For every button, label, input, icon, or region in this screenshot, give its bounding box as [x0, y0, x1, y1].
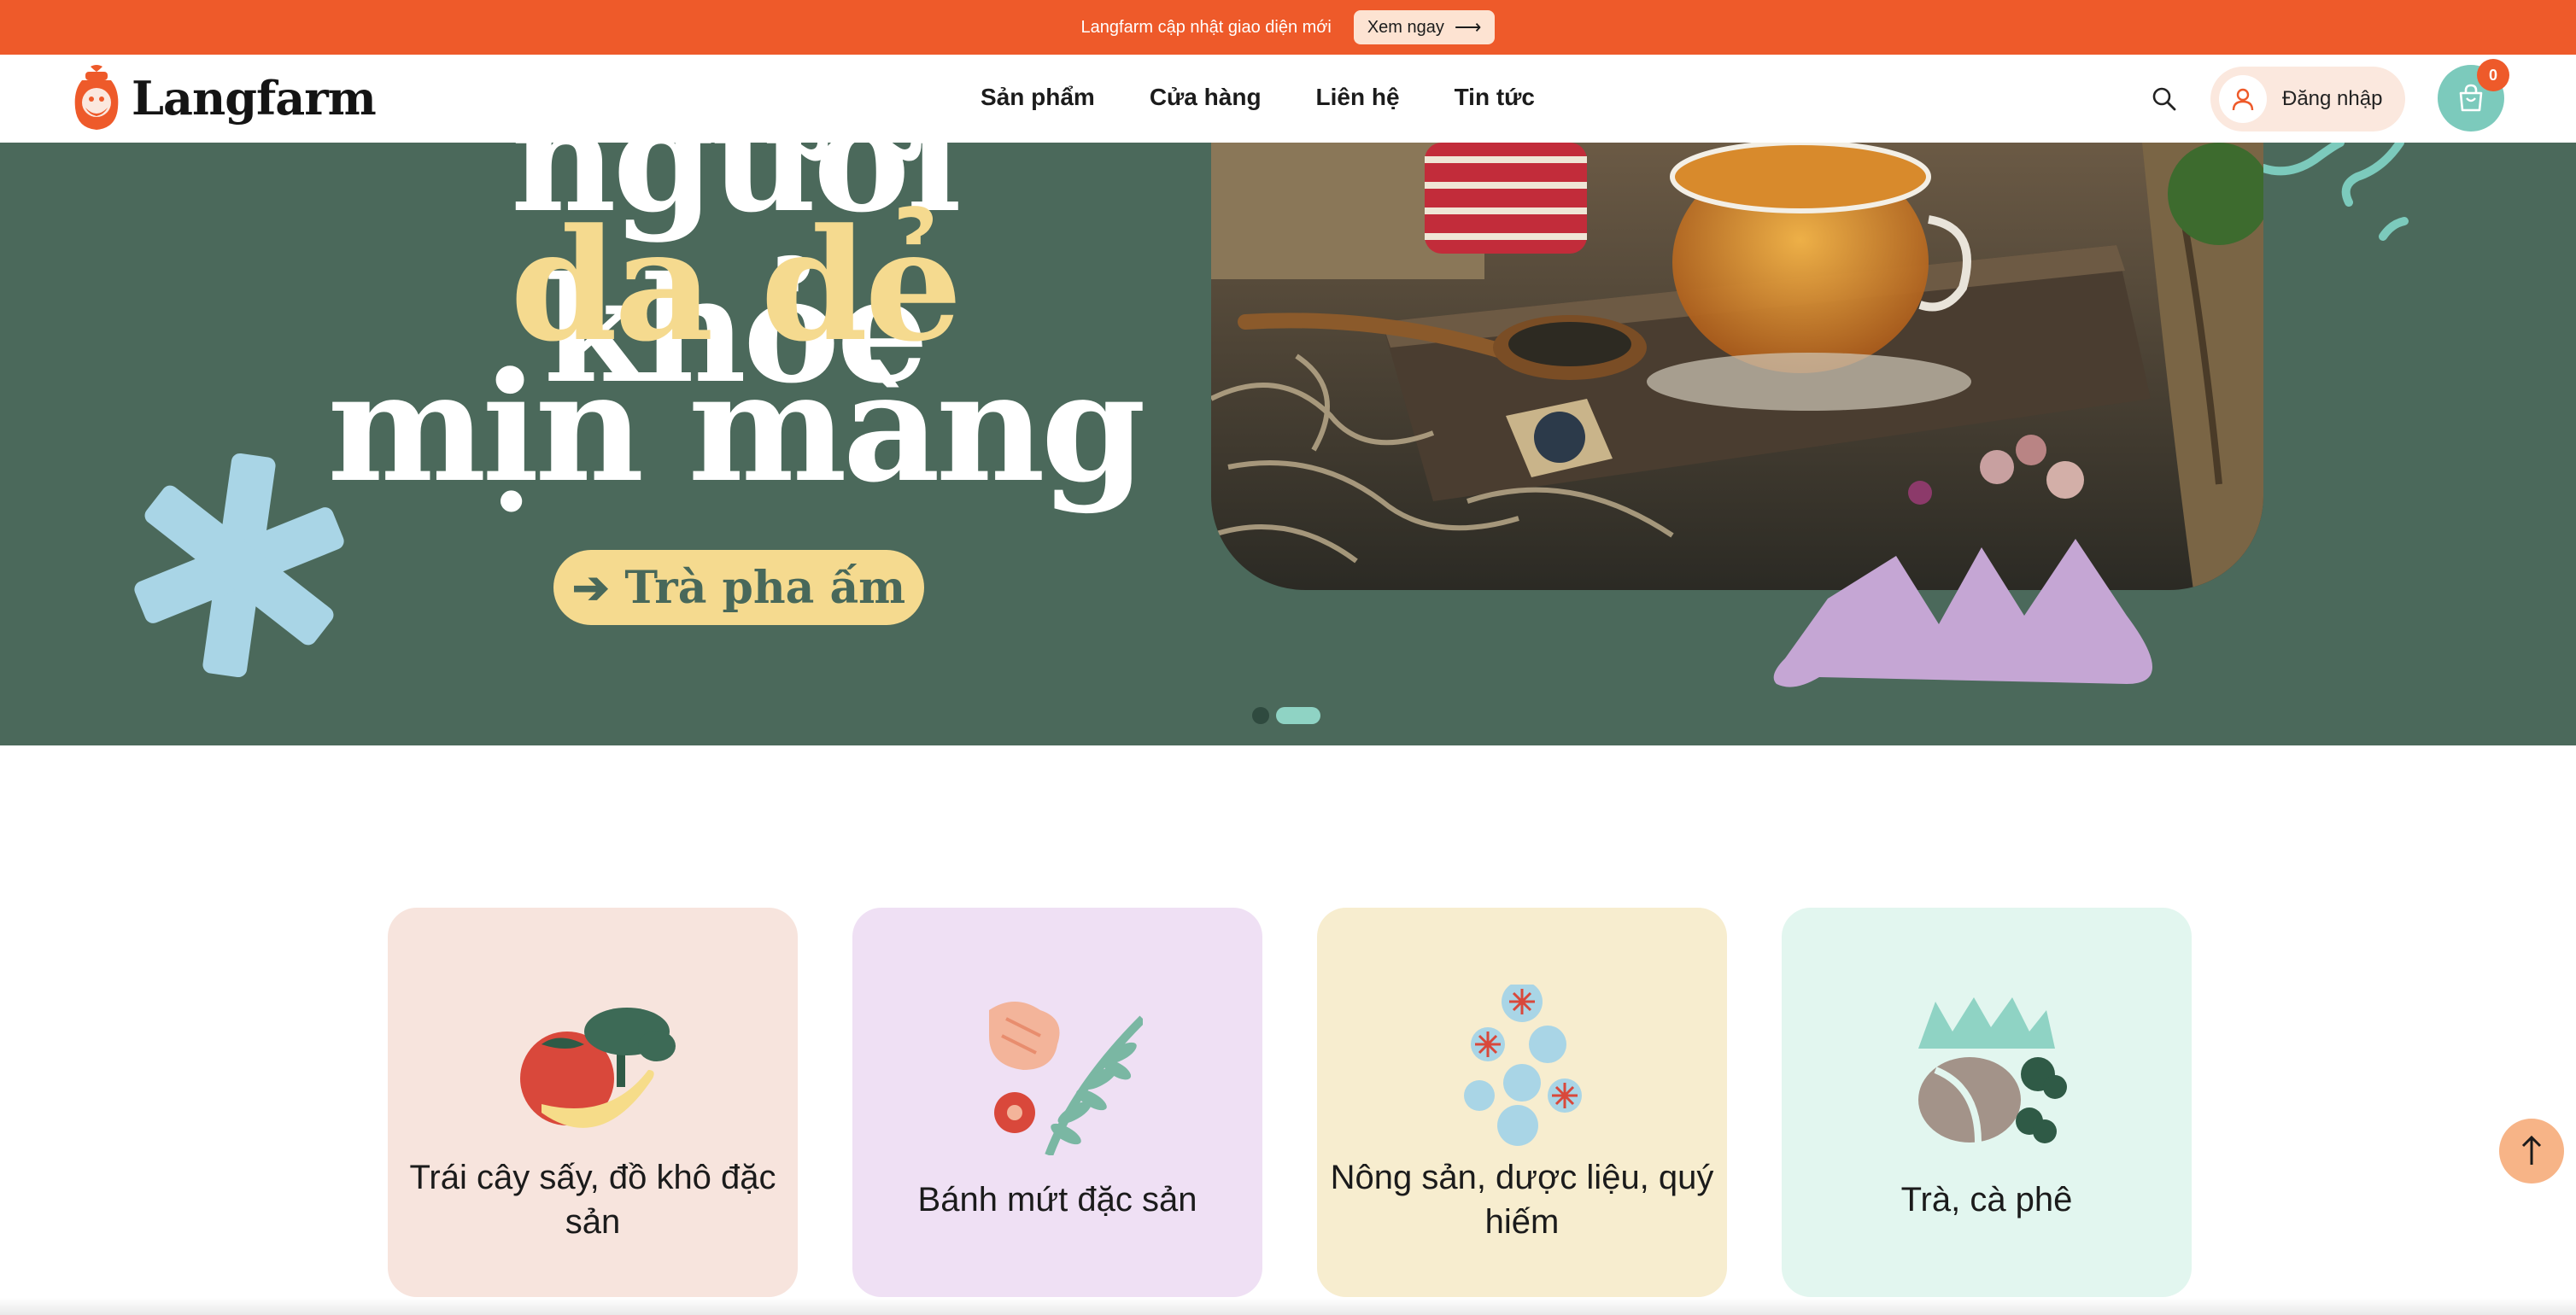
- avatar: [2219, 75, 2267, 123]
- tea-coffee-illustration: [1918, 997, 2067, 1143]
- category-label: Trà, cà phê: [1900, 1181, 2073, 1219]
- login-label: Đăng nhập: [2282, 87, 2383, 110]
- announcement-button-label: Xem ngay: [1367, 17, 1444, 37]
- hero-cta-label: Trà pha ấm: [624, 561, 906, 614]
- logo-icon: [74, 65, 119, 130]
- announcement-bar: Langfarm cập nhật giao diện mới Xem ngay…: [0, 0, 2576, 55]
- nav-news[interactable]: Tin tức: [1455, 84, 1535, 111]
- arrow-up-icon: [2521, 1135, 2542, 1165]
- announcement-view-button[interactable]: Xem ngay ⟶: [1353, 10, 1496, 44]
- site-header: Langfarm Sản phẩm Cửa hàng Liên hệ Tin t…: [0, 55, 2576, 143]
- dried-fruit-illustration: [520, 1008, 676, 1128]
- category-label: Nông sản, dược liệu, quý hiếm: [1330, 1159, 1714, 1241]
- category-card-tea-coffee[interactable]: Trà, cà phê: [1782, 908, 2192, 1297]
- category-label: Trái cây sấy, đồ khô đặc sản: [409, 1159, 776, 1241]
- category-card-candied-sweets[interactable]: Bánh mứt đặc sản: [852, 908, 1262, 1297]
- slider-dot-1[interactable]: [1252, 707, 1269, 724]
- nav-contact[interactable]: Liên hệ: [1316, 84, 1400, 111]
- logo[interactable]: Langfarm: [73, 65, 377, 132]
- squiggle-decoration: [2259, 143, 2409, 241]
- hero-cta-button[interactable]: ➔ Trà pha ấm: [553, 550, 924, 625]
- cart-count-badge: 0: [2477, 59, 2509, 91]
- nav-stores[interactable]: Cửa hàng: [1150, 84, 1262, 111]
- arrow-right-icon: ➔: [571, 561, 610, 614]
- mountain-decoration: [1773, 539, 2152, 687]
- arrow-right-icon: ⟶: [1454, 16, 1482, 38]
- slider-dot-2-active[interactable]: [1276, 707, 1320, 724]
- nav-products[interactable]: Sản phẩm: [981, 84, 1095, 111]
- logo-text: Langfarm: [132, 71, 377, 126]
- category-card-agricultural-herbs[interactable]: Nông sản, dược liệu, quý hiếm: [1317, 908, 1727, 1297]
- announcement-text: Langfarm cập nhật giao diện mới: [1080, 17, 1332, 37]
- hero-banner: người khỏe da dẻ mịn màng ➔ Trà pha ấm: [0, 143, 2576, 745]
- page-bottom-shadow: [0, 1298, 2576, 1315]
- login-button[interactable]: Đăng nhập: [2210, 67, 2405, 132]
- category-label: Bánh mứt đặc sản: [917, 1181, 1197, 1219]
- shopping-bag-icon: [2459, 84, 2483, 112]
- herbs-illustration: [1464, 985, 1582, 1146]
- search-icon[interactable]: [2151, 85, 2178, 113]
- user-icon: [2232, 88, 2254, 111]
- main-nav: Sản phẩm Cửa hàng Liên hệ Tin tức: [981, 84, 1535, 111]
- category-card-dried-fruit[interactable]: Trái cây sấy, đồ khô đặc sản: [388, 908, 798, 1297]
- slider-dots: [1252, 707, 1320, 724]
- scroll-to-top-button[interactable]: [2499, 1119, 2564, 1184]
- sweets-illustration: [989, 1002, 1143, 1155]
- hero-headline-line3: mịn màng: [327, 339, 1146, 516]
